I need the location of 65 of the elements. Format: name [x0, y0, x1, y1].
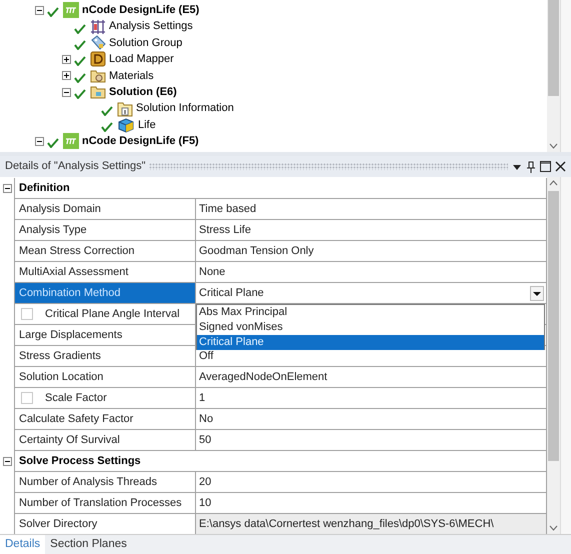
- section-header: Solve Process Settings: [19, 454, 141, 469]
- info-folder-icon: [117, 100, 133, 117]
- tree-item[interactable]: Solution Group: [109, 34, 182, 52]
- property-label-cell[interactable]: Stress Gradients: [14, 346, 196, 367]
- panel-title: Details of "Analysis Settings": [5, 159, 146, 174]
- dropdown-option[interactable]: Critical Plane: [197, 335, 544, 350]
- property-label-cell[interactable]: Large Displacements: [14, 325, 196, 346]
- expand-icon[interactable]: [62, 54, 71, 64]
- folder-icon: [90, 68, 106, 84]
- scrollbar-thumb[interactable]: [548, 191, 559, 461]
- tree-item[interactable]: Analysis Settings: [109, 18, 193, 35]
- property-value-cell[interactable]: 50: [196, 430, 547, 451]
- close-icon[interactable]: [555, 161, 566, 172]
- collapse-icon[interactable]: [35, 6, 44, 15]
- checkbox[interactable]: [21, 392, 33, 404]
- property-value-cell[interactable]: Time based: [196, 199, 547, 220]
- scrollbar[interactable]: [547, 177, 560, 534]
- system-icon: [63, 133, 79, 150]
- scrollbar[interactable]: [547, 0, 560, 152]
- tree-item[interactable]: Load Mapper: [109, 51, 174, 68]
- dropdown-option[interactable]: Signed vonMises: [197, 320, 544, 335]
- property-label-cell[interactable]: Combination Method: [14, 283, 196, 304]
- collapse-icon[interactable]: [2, 457, 12, 466]
- property-value-cell[interactable]: None: [196, 262, 547, 283]
- cube-icon: [117, 116, 135, 133]
- property-label-cell[interactable]: Number of Translation Processes: [14, 493, 196, 514]
- collapse-icon[interactable]: [2, 184, 12, 193]
- expand-icon[interactable]: [62, 71, 71, 80]
- property-value-cell[interactable]: Stress Life: [196, 220, 547, 241]
- scrollbar-thumb[interactable]: [548, 0, 559, 96]
- maximize-icon[interactable]: [540, 161, 551, 172]
- tab[interactable]: Details: [0, 535, 46, 554]
- tag-icon: [90, 34, 106, 51]
- property-value-cell[interactable]: 1: [196, 388, 547, 409]
- tree-item[interactable]: Materials: [109, 68, 154, 84]
- collapse-icon[interactable]: [35, 136, 44, 146]
- property-value-cell[interactable]: Goodman Tension Only: [196, 241, 547, 262]
- property-label-cell[interactable]: Critical Plane Angle Interval: [14, 304, 196, 325]
- grid-icon: [90, 18, 106, 35]
- section-header: Definition: [19, 180, 70, 196]
- tree-item[interactable]: Life: [138, 116, 156, 134]
- property-value-cell[interactable]: Critical Plane: [196, 283, 547, 304]
- folder-icon: [90, 84, 106, 100]
- tree-item[interactable]: Solution Information: [136, 100, 234, 117]
- property-value-cell[interactable]: AveragedNodeOnElement: [196, 367, 547, 388]
- tree-item[interactable]: Solution (E6): [109, 84, 177, 100]
- property-label-cell[interactable]: Analysis Type: [14, 220, 196, 241]
- tree-item[interactable]: nCode DesignLife (F5): [82, 133, 199, 150]
- property-label-cell[interactable]: Scale Factor: [14, 388, 196, 409]
- property-label-cell[interactable]: Number of Analysis Threads: [14, 472, 196, 493]
- property-label-cell[interactable]: Mean Stress Correction: [14, 241, 196, 262]
- tree-item[interactable]: nCode DesignLife (E5): [82, 2, 200, 18]
- property-label-cell[interactable]: Certainty Of Survival: [14, 430, 196, 451]
- checkbox[interactable]: [21, 308, 33, 320]
- property-label-cell[interactable]: Solution Location: [14, 367, 196, 388]
- mapper-icon: [90, 51, 106, 68]
- dropdown-option[interactable]: Abs Max Principal: [197, 305, 544, 320]
- property-value-cell[interactable]: 20: [196, 472, 547, 493]
- collapse-icon[interactable]: [62, 88, 71, 97]
- property-label-cell[interactable]: Analysis Domain: [14, 199, 196, 220]
- pin-icon[interactable]: [526, 160, 536, 172]
- property-value-cell[interactable]: No: [196, 409, 547, 430]
- property-label-cell[interactable]: MultiAxial Assessment: [14, 262, 196, 283]
- property-value-cell[interactable]: 10: [196, 493, 547, 514]
- property-label-cell[interactable]: Calculate Safety Factor: [14, 409, 196, 430]
